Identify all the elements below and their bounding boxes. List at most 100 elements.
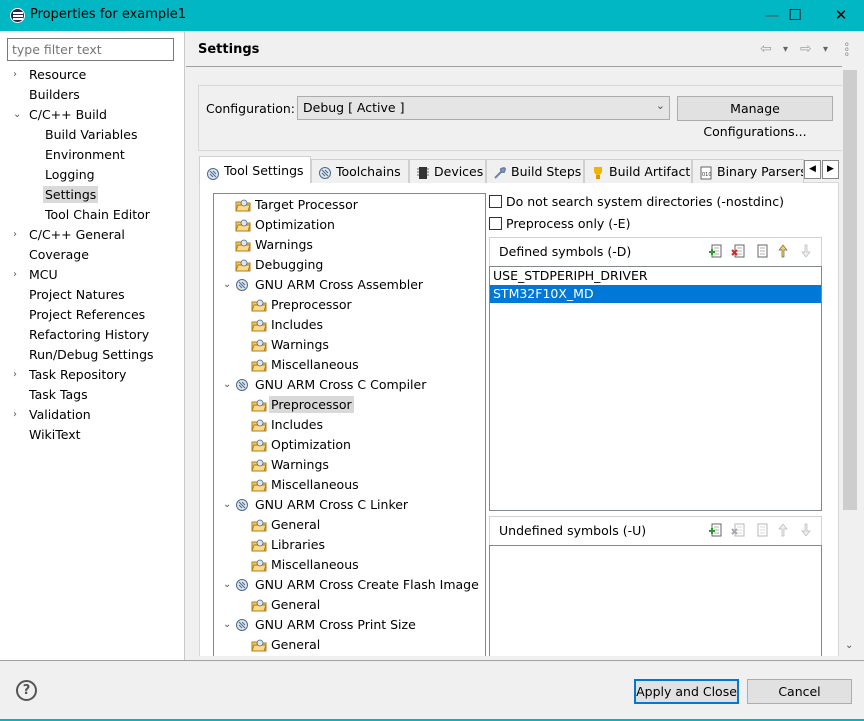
divider	[0, 660, 864, 661]
move-up-icon[interactable]	[776, 243, 792, 259]
preprocess-only-checkbox[interactable]	[489, 217, 502, 230]
chevron-down-icon[interactable]: ⌄	[223, 375, 231, 395]
tool-tree-item[interactable]: Debugging	[235, 255, 323, 275]
close-button[interactable]: ✕	[818, 0, 864, 31]
nav-item[interactable]: Environment	[45, 145, 125, 165]
symbol-item[interactable]: STM32F10X_MD	[490, 285, 821, 303]
tab-binary-parsers[interactable]: 010 Binary Parsers	[692, 159, 804, 183]
chevron-down-icon[interactable]: ⌄	[223, 275, 231, 295]
nav-item[interactable]: › C/C++ General	[13, 225, 125, 245]
nav-item[interactable]: › Resource	[13, 65, 87, 85]
tool-tree-node[interactable]: ⌄ GNU ARM Cross C Compiler	[223, 375, 426, 395]
view-menu-icon[interactable]: ooo	[845, 42, 849, 58]
tab-build-steps[interactable]: Build Steps	[486, 159, 584, 183]
move-down-icon[interactable]	[799, 243, 815, 259]
forward-icon[interactable]: ⇨	[800, 41, 812, 57]
chevron-right-icon[interactable]: ›	[13, 225, 17, 245]
tool-tree-node[interactable]: ⌄ GNU ARM Cross Assembler	[223, 275, 423, 295]
tab-toolchains[interactable]: Toolchains	[311, 159, 409, 183]
nostdinc-checkbox[interactable]	[489, 195, 502, 208]
tool-tree-item[interactable]: Miscellaneous	[251, 355, 359, 375]
apply-and-close-button[interactable]: Apply and Close	[634, 679, 739, 704]
tool-tree-item[interactable]: Includes	[251, 315, 323, 335]
chevron-down-icon[interactable]: ⌄	[223, 615, 231, 635]
tool-tree-item[interactable]: Optimization	[251, 435, 351, 455]
tool-tree-item[interactable]: Libraries	[251, 535, 325, 555]
nav-item[interactable]: › Task Repository	[13, 365, 127, 385]
tool-tree-node[interactable]: ⌄ GNU ARM Cross C Linker	[223, 495, 408, 515]
tool-tree-item[interactable]: Includes	[251, 415, 323, 435]
chevron-right-icon[interactable]: ›	[13, 405, 17, 425]
help-button[interactable]: ?	[16, 680, 37, 701]
configuration-select[interactable]: Debug [ Active ] ⌄	[297, 96, 670, 120]
tool-tree-item[interactable]: Preprocessor	[251, 295, 352, 315]
nav-item[interactable]: Builders	[29, 85, 80, 105]
move-up-icon[interactable]	[776, 522, 792, 538]
chevron-down-icon[interactable]: ⌄	[223, 495, 231, 515]
nav-item[interactable]: Build Variables	[45, 125, 137, 145]
tool-tree-label: Warnings	[255, 237, 313, 252]
chevron-right-icon[interactable]: ›	[13, 265, 17, 285]
nav-item[interactable]: Settings	[43, 185, 99, 205]
tab-devices[interactable]: Devices	[409, 159, 486, 183]
delete-icon[interactable]	[730, 522, 746, 538]
nav-item-label: Resource	[29, 67, 87, 82]
tool-tree-node[interactable]: ⌄ GNU ARM Cross Print Size	[223, 615, 416, 635]
tool-tree-item[interactable]: Optimization	[235, 215, 335, 235]
filter-input[interactable]	[7, 38, 174, 61]
cancel-button[interactable]: Cancel	[747, 679, 852, 704]
tool-tree-item[interactable]: Warnings	[251, 335, 329, 355]
nav-item[interactable]: Logging	[45, 165, 95, 185]
nav-item[interactable]: ⌄ C/C++ Build	[13, 105, 107, 125]
tool-tree-item[interactable]: Miscellaneous	[251, 555, 359, 575]
nav-item[interactable]: Task Tags	[29, 385, 88, 405]
move-down-icon[interactable]	[799, 522, 815, 538]
nav-item[interactable]: Coverage	[29, 245, 89, 265]
tool-tree-item[interactable]: Warnings	[235, 235, 313, 255]
nav-item[interactable]: Project Natures	[29, 285, 125, 305]
tab-scroll-right-button[interactable]: ▶	[822, 160, 839, 179]
symbol-item[interactable]: USE_STDPERIPH_DRIVER	[490, 267, 821, 285]
nav-item[interactable]: Run/Debug Settings	[29, 345, 154, 365]
option-folder-icon	[235, 238, 251, 252]
add-icon[interactable]	[707, 243, 723, 259]
tab-tool-settings[interactable]: Tool Settings	[199, 156, 311, 183]
maximize-button[interactable]: ☐	[772, 0, 818, 31]
add-icon[interactable]	[707, 522, 723, 538]
tab-build-artifact[interactable]: Build Artifact	[584, 159, 692, 183]
edit-icon[interactable]	[753, 522, 769, 538]
tool-tree-item[interactable]: Miscellaneous	[251, 475, 359, 495]
back-menu-icon[interactable]: ▾	[783, 44, 788, 55]
nav-item[interactable]: › MCU	[13, 265, 58, 285]
tool-tree-node[interactable]: ⌄ GNU ARM Cross Create Flash Image	[223, 575, 479, 595]
chevron-down-icon[interactable]: ⌄	[13, 105, 21, 125]
manage-configurations-button[interactable]: Manage Configurations...	[677, 96, 833, 139]
tool-tree-item[interactable]: Preprocessor	[251, 395, 354, 415]
tool-tree-item[interactable]: General	[251, 515, 320, 535]
delete-icon[interactable]	[730, 243, 746, 259]
chevron-right-icon[interactable]: ›	[13, 65, 17, 85]
nav-item[interactable]: › Validation	[13, 405, 91, 425]
nav-item[interactable]: Project References	[29, 305, 145, 325]
tool-tree-label: Optimization	[255, 217, 335, 232]
chevron-down-icon[interactable]: ⌄	[223, 575, 231, 595]
back-icon[interactable]: ⇦	[760, 41, 772, 57]
chevron-right-icon[interactable]: ›	[13, 365, 17, 385]
scrollbar-thumb[interactable]	[843, 70, 857, 510]
undefined-symbols-list[interactable]	[489, 545, 822, 656]
tool-settings-tree: Target Processor Optimization Warnings Debu…	[213, 193, 486, 656]
scroll-down-icon[interactable]: ⌄	[845, 640, 853, 651]
tool-tree-item[interactable]: General	[251, 595, 320, 615]
nav-item-label: Task Repository	[29, 367, 127, 382]
nav-item[interactable]: WikiText	[29, 425, 81, 445]
tool-tree-item[interactable]: Target Processor	[235, 195, 358, 215]
defined-symbols-list[interactable]: USE_STDPERIPH_DRIVER STM32F10X_MD	[489, 266, 822, 511]
forward-menu-icon[interactable]: ▾	[823, 44, 828, 55]
tool-tree-item[interactable]: General	[251, 635, 320, 655]
configuration-value: Debug [ Active ]	[303, 100, 405, 115]
tool-tree-item[interactable]: Warnings	[251, 455, 329, 475]
edit-icon[interactable]	[753, 243, 769, 259]
nav-item[interactable]: Tool Chain Editor	[45, 205, 150, 225]
nav-item[interactable]: Refactoring History	[29, 325, 149, 345]
tab-scroll-left-button[interactable]: ◀	[804, 160, 821, 179]
